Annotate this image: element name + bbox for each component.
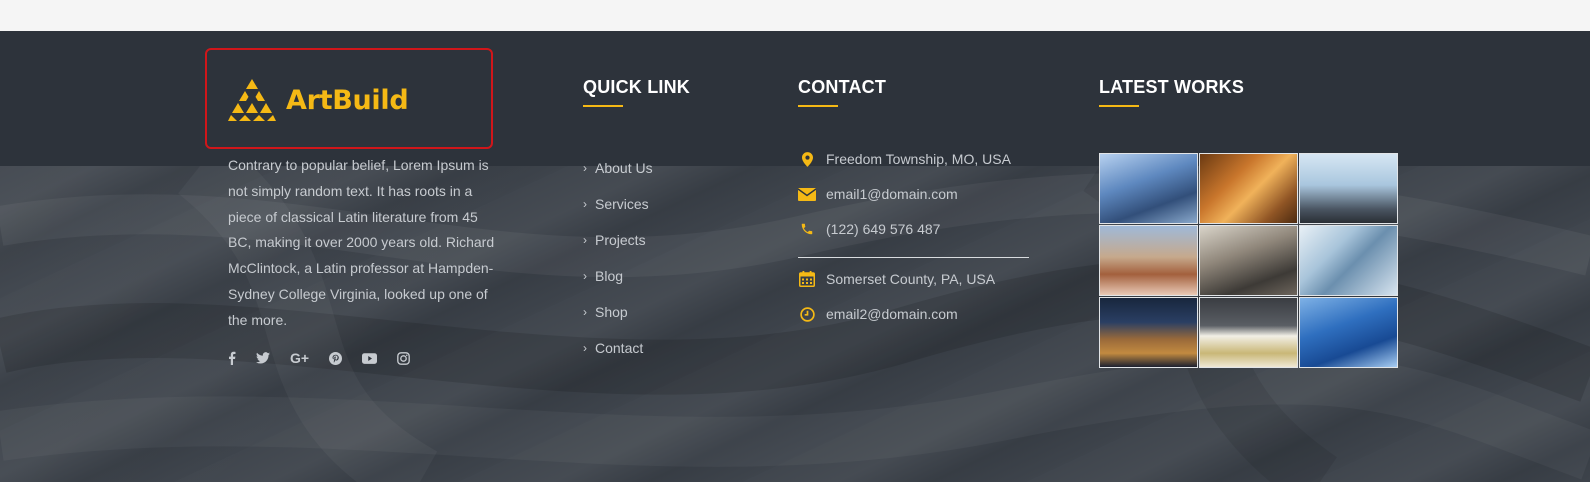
brand-logo[interactable]: ArtBuild [228,78,409,122]
quick-links-list: › About Us › Services › Projects › Blog › Sho… [583,150,653,366]
quick-link-blog[interactable]: › Blog [583,258,653,294]
chevron-right-icon: › [583,161,587,175]
latest-works-title: LATEST WORKS [1099,77,1245,97]
quick-link-title: QUICK LINK [583,77,690,97]
google-plus-icon[interactable]: G+ [290,349,309,367]
contact-underline [798,105,838,107]
quick-link-services[interactable]: › Services [583,186,653,222]
latest-works-underline [1099,105,1139,107]
contact-email-2[interactable]: email2@domain.com [798,305,958,323]
chevron-right-icon: › [583,305,587,319]
contact-email-1[interactable]: email1@domain.com [798,185,958,203]
quick-link-shop[interactable]: › Shop [583,294,653,330]
instagram-icon[interactable] [397,349,410,367]
youtube-icon[interactable] [362,349,378,367]
clock-icon [798,305,816,323]
top-bar [0,0,1590,31]
chevron-right-icon: › [583,197,587,211]
work-image-3[interactable] [1299,153,1398,224]
chevron-right-icon: › [583,233,587,247]
work-image-5[interactable] [1199,225,1298,296]
work-image-2[interactable] [1199,153,1298,224]
contact-address-2: Somerset County, PA, USA [798,270,995,288]
triangle-logo-icon [228,79,276,121]
envelope-icon [798,185,816,203]
contact-phone[interactable]: (122) 649 576 487 [798,220,940,238]
phone-icon [798,220,816,238]
social-links: G+ [228,349,430,367]
quick-link-projects[interactable]: › Projects [583,222,653,258]
work-image-8[interactable] [1199,297,1298,368]
work-image-6[interactable] [1299,225,1398,296]
quick-link-underline [583,105,623,107]
work-image-4[interactable] [1099,225,1198,296]
chevron-right-icon: › [583,341,587,355]
calendar-icon [798,270,816,288]
about-text: Contrary to popular belief, Lorem Ipsum … [228,157,495,328]
quick-link-about-us[interactable]: › About Us [583,150,653,186]
twitter-icon[interactable] [256,349,270,367]
contact-title: CONTACT [798,77,887,97]
contact-divider [798,257,1029,258]
chevron-right-icon: › [583,269,587,283]
quick-link-contact[interactable]: › Contact [583,330,653,366]
latest-works-gallery [1099,153,1398,368]
map-marker-icon [798,150,816,168]
pinterest-icon[interactable] [329,349,343,367]
brand-name: ArtBuild [286,84,409,116]
work-image-7[interactable] [1099,297,1198,368]
contact-address-1: Freedom Township, MO, USA [798,150,1011,168]
work-image-9[interactable] [1299,297,1398,368]
work-image-1[interactable] [1099,153,1198,224]
facebook-icon[interactable] [228,349,236,367]
